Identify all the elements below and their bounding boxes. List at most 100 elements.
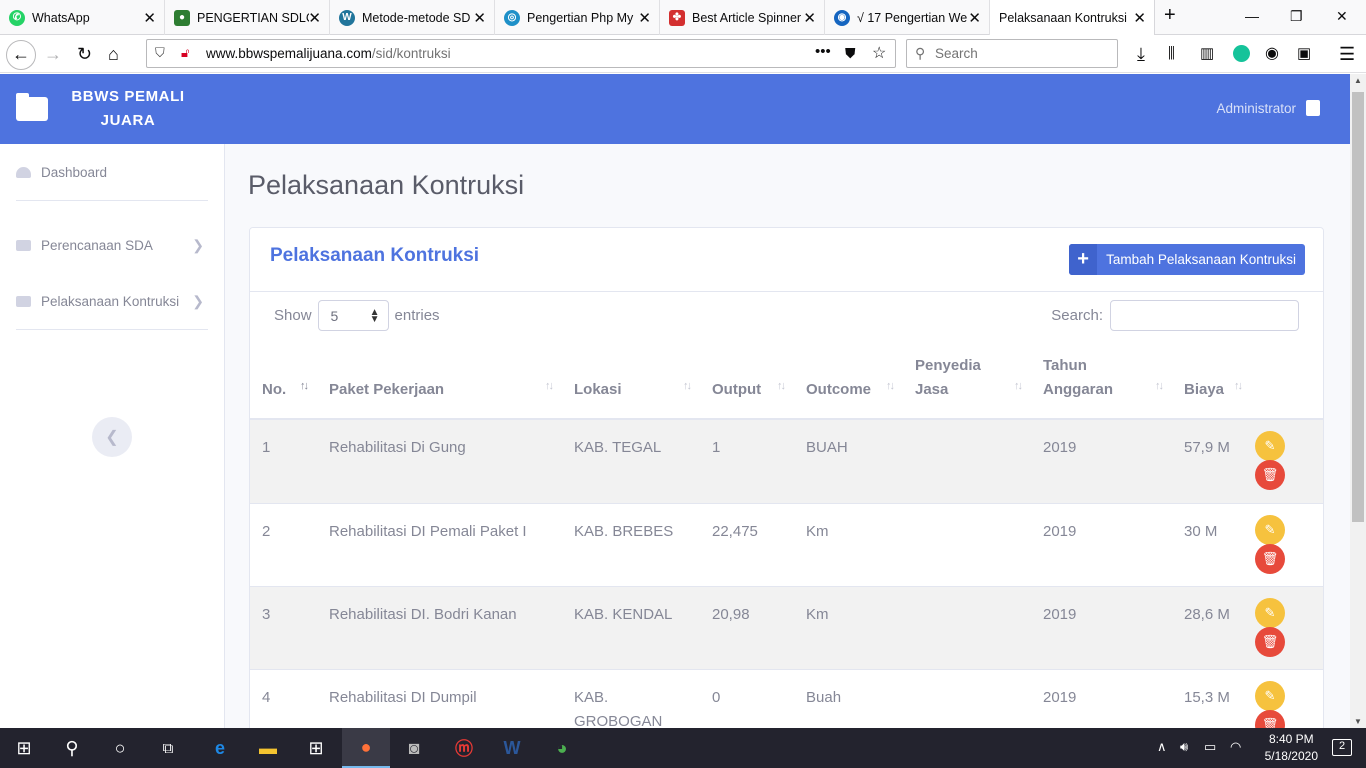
delete-button[interactable]: 🗑︎ bbox=[1255, 543, 1285, 574]
close-window-icon[interactable]: ✕ bbox=[1336, 8, 1348, 25]
grammarly-icon[interactable] bbox=[1233, 45, 1250, 62]
edit-icon: ✎ bbox=[1264, 604, 1276, 620]
add-pelaksanaan-button[interactable]: + Tambah Pelaksanaan Kontruksi bbox=[1069, 244, 1305, 275]
tab-metode[interactable]: W Metode-metode SD ✕ bbox=[330, 0, 495, 35]
account-icon[interactable]: ◉ bbox=[1265, 44, 1279, 64]
home-icon[interactable]: ⌂ bbox=[108, 44, 119, 64]
search-icon[interactable]: ⚲ bbox=[48, 728, 96, 768]
notification-center-button[interactable]: 2 bbox=[1332, 739, 1352, 756]
spinner-icon: ✤ bbox=[669, 9, 685, 26]
column-header-no[interactable]: No. ↑↓ bbox=[250, 345, 317, 420]
firefox-icon[interactable]: ● bbox=[342, 728, 390, 768]
tab-whatsapp[interactable]: ✆ WhatsApp ✕ bbox=[0, 0, 165, 35]
edit-button[interactable]: ✎ bbox=[1255, 514, 1285, 545]
bookmark-star-icon[interactable]: ☆ bbox=[872, 43, 886, 63]
cell-output: 20,98 bbox=[700, 585, 794, 669]
sidebar-collapse-button[interactable]: ❮ bbox=[92, 417, 132, 457]
user-menu[interactable]: Administrator bbox=[1216, 100, 1320, 116]
tab-sdlc[interactable]: ● PENGERTIAN SDLC ( ✕ bbox=[165, 0, 330, 35]
screenshot-icon[interactable]: ▣ bbox=[1297, 44, 1311, 64]
close-tab-icon[interactable]: ✕ bbox=[473, 9, 486, 27]
edge-icon[interactable]: e bbox=[196, 728, 244, 768]
tray-chevron-icon[interactable]: ∧ bbox=[1157, 739, 1167, 755]
back-icon[interactable]: ← bbox=[6, 40, 36, 70]
clock[interactable]: 8:40 PM 5/18/2020 bbox=[1265, 731, 1318, 765]
tab-php[interactable]: ◎ Pengertian Php My ✕ bbox=[495, 0, 660, 35]
volume-icon[interactable]: 🔊︎ bbox=[1180, 739, 1188, 755]
browser-search-input[interactable] bbox=[935, 46, 1105, 61]
brand[interactable]: BBWS PEMALI JUARA bbox=[0, 74, 225, 144]
insecure-lock-icon[interactable]: 🔓︎ bbox=[181, 45, 189, 61]
cortana-icon[interactable]: ○ bbox=[96, 728, 144, 768]
minimize-icon[interactable]: — bbox=[1245, 8, 1259, 24]
sidebar-item-pelaksanaan[interactable]: Pelaksanaan Kontruksi ❯ bbox=[16, 287, 208, 315]
column-header-tahun[interactable]: Tahun Anggaran ↑↓ bbox=[1031, 345, 1172, 420]
sort-icon: ↑↓ bbox=[1234, 380, 1243, 392]
wifi-icon[interactable]: ◠ bbox=[1230, 739, 1241, 755]
sidebar-item-label: Pelaksanaan Kontruksi bbox=[41, 293, 180, 309]
reload-icon[interactable]: ↻ bbox=[77, 44, 92, 64]
browser-search-box[interactable]: ⚲ bbox=[906, 39, 1118, 68]
column-header-output[interactable]: Output ↑↓ bbox=[700, 345, 794, 420]
tab-title: Best Article Spinner bbox=[692, 10, 802, 25]
edit-icon: ✎ bbox=[1264, 687, 1276, 703]
close-tab-icon[interactable]: ✕ bbox=[638, 9, 651, 27]
entries-select[interactable]: 5 ▲ ▼ bbox=[317, 300, 389, 331]
close-tab-icon[interactable]: ✕ bbox=[968, 9, 981, 27]
task-view-icon[interactable]: ⧉ bbox=[144, 728, 192, 768]
delete-button[interactable]: 🗑︎ bbox=[1255, 626, 1285, 657]
folder-icon bbox=[16, 239, 31, 251]
menu-icon[interactable]: ☰ bbox=[1339, 44, 1355, 64]
browser-nav-bar: ← → ↻ ⌂ ⛉ 🔓︎ www.bbwspemalijuana.com/sid… bbox=[0, 35, 1366, 73]
page-actions-icon[interactable]: ••• bbox=[815, 43, 831, 60]
column-header-paket[interactable]: Paket Pekerjaan ↑↓ bbox=[317, 345, 562, 420]
camera-icon[interactable]: ◙ bbox=[390, 728, 438, 768]
sort-icon: ↑↓ bbox=[300, 380, 309, 392]
edit-button[interactable]: ✎ bbox=[1255, 431, 1285, 461]
edit-button[interactable]: ✎ bbox=[1255, 597, 1285, 628]
close-tab-icon[interactable]: ✕ bbox=[1133, 9, 1146, 27]
page-scrollbar[interactable]: ▲ ▼ bbox=[1350, 74, 1366, 728]
scroll-thumb[interactable] bbox=[1352, 92, 1364, 522]
delete-button[interactable]: 🗑︎ bbox=[1255, 709, 1285, 728]
dashboard-icon bbox=[16, 166, 31, 178]
column-header-lokasi[interactable]: Lokasi ↑↓ bbox=[562, 345, 700, 420]
column-label: Output bbox=[712, 381, 762, 398]
shield-icon[interactable]: ⛉ bbox=[155, 45, 165, 61]
close-tab-icon[interactable]: ✕ bbox=[803, 9, 816, 27]
close-tab-icon[interactable]: ✕ bbox=[143, 9, 156, 27]
restore-icon[interactable]: ❐ bbox=[1290, 8, 1303, 25]
sidebar-item-perencanaan[interactable]: Perencanaan SDA ❯ bbox=[16, 231, 208, 259]
entries-value: 5 bbox=[330, 307, 339, 324]
tab-pengertian-web[interactable]: ◉ √ 17 Pengertian We ✕ bbox=[825, 0, 990, 35]
tab-spinner[interactable]: ✤ Best Article Spinner ✕ bbox=[660, 0, 825, 35]
download-icon[interactable]: ⤓ bbox=[1137, 44, 1145, 64]
file-explorer-icon[interactable]: ▬ bbox=[244, 728, 292, 768]
store-icon[interactable]: ⊞ bbox=[292, 728, 340, 768]
forward-icon[interactable]: → bbox=[44, 44, 62, 64]
sidebar-toggle-icon[interactable]: ▥ bbox=[1200, 44, 1214, 64]
word-icon[interactable]: W bbox=[488, 728, 536, 768]
mendeley-icon[interactable]: ⓜ bbox=[440, 728, 488, 768]
library-icon[interactable]: ⫼ bbox=[1168, 44, 1175, 64]
pocket-icon[interactable]: ⛊ bbox=[845, 45, 856, 62]
tab-pelaksanaan[interactable]: Pelaksanaan Kontruksi | ✕ bbox=[990, 0, 1155, 35]
new-tab-icon[interactable]: + bbox=[1164, 4, 1176, 27]
column-header-biaya[interactable]: Biaya ↑↓ bbox=[1172, 345, 1251, 420]
scroll-up-icon[interactable]: ▲ bbox=[1354, 76, 1362, 85]
url-bar[interactable]: ⛉ 🔓︎ www.bbwspemalijuana.com/sid/kontruk… bbox=[146, 39, 896, 68]
battery-icon[interactable]: ▭ bbox=[1204, 739, 1216, 755]
windows-start-icon[interactable]: ⊞ bbox=[0, 728, 48, 768]
scroll-down-icon[interactable]: ▼ bbox=[1354, 717, 1362, 726]
sidebar-divider bbox=[16, 200, 208, 201]
table-search-input[interactable] bbox=[1110, 300, 1299, 331]
column-header-outcome[interactable]: Outcome ↑↓ bbox=[794, 345, 903, 420]
tab-title: WhatsApp bbox=[32, 10, 90, 25]
close-tab-icon[interactable]: ✕ bbox=[308, 9, 321, 27]
delete-button[interactable]: 🗑︎ bbox=[1255, 460, 1285, 490]
edit-button[interactable]: ✎ bbox=[1255, 680, 1285, 711]
sidebar-item-dashboard[interactable]: Dashboard bbox=[16, 158, 208, 186]
column-header-penyedia[interactable]: Penyedia Jasa ↑↓ bbox=[903, 345, 1031, 420]
app-globe-icon[interactable]: ◕ bbox=[538, 728, 586, 768]
url-text[interactable]: www.bbwspemalijuana.com/sid/kontruksi bbox=[206, 46, 451, 61]
